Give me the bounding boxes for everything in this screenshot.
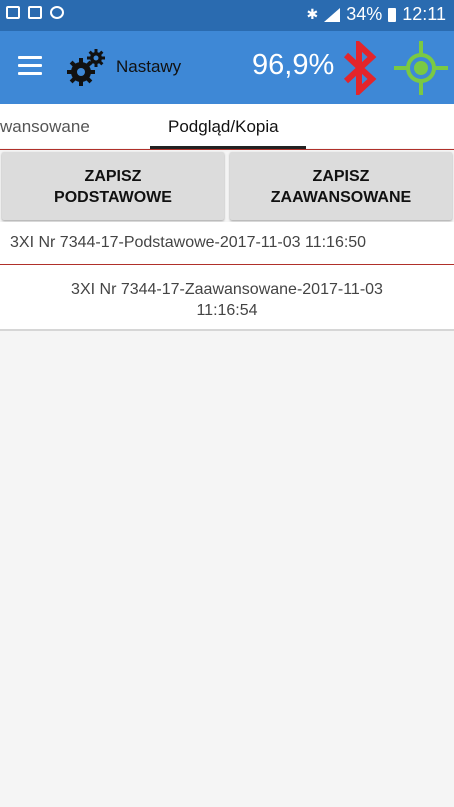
tab-preview-copy[interactable]: Podgląd/Kopia [168,117,279,137]
save-advanced-button[interactable]: ZAPISZ ZAAWANSOWANE [230,152,452,220]
hamburger-menu-icon[interactable] [18,56,42,76]
tab-advanced[interactable]: wansowane [0,117,90,137]
page-title: Nastawy [116,57,182,76]
voicemail-notification-icon [28,6,42,19]
file-name: 3XI Nr 7344-17-Podstawowe-2017-11-03 11:… [10,234,367,251]
status-icons: ✱ 34% 12:11 [307,4,446,25]
clock: 12:11 [402,4,446,24]
save-buttons-row: ZAPISZ PODSTAWOWE ZAPISZ ZAAWANSOWANE [0,150,454,222]
tab-bar: wansowane Podgląd/Kopia [0,104,454,149]
bluetooth-status-icon: ✱ [306,6,319,22]
save-basic-button-line2: PODSTAWOWE [54,189,172,206]
list-item[interactable]: 3XI Nr 7344-17-Zaawansowane-2017-11-03 1… [0,265,454,329]
image-notification-icon [6,6,20,19]
signal-icon [324,7,341,22]
divider [0,329,454,331]
status-bar: ✱ 34% 12:11 [0,0,454,31]
save-basic-button[interactable]: ZAPISZ PODSTAWOWE [2,152,224,220]
signal-quality-percent: 96,9% [252,49,335,81]
bluetooth-icon[interactable] [340,41,380,95]
battery-icon [388,7,397,22]
battery-percent: 34% [346,4,383,24]
notification-icons [6,6,64,19]
save-advanced-button-line2: ZAAWANSOWANE [270,189,412,206]
list-item[interactable]: 3XI Nr 7344-17-Podstawowe-2017-11-03 11:… [0,222,454,264]
file-name: 3XI Nr 7344-17-Zaawansowane-2017-11-03 1… [71,281,383,319]
save-advanced-button-line1: ZAPISZ [312,168,370,185]
app-bar: Nastawy 96,9% [0,31,454,104]
save-basic-button-line1: ZAPISZ [84,168,142,185]
gps-location-icon[interactable] [392,39,450,97]
gears-icon [67,49,105,86]
sync-notification-icon [50,6,64,19]
